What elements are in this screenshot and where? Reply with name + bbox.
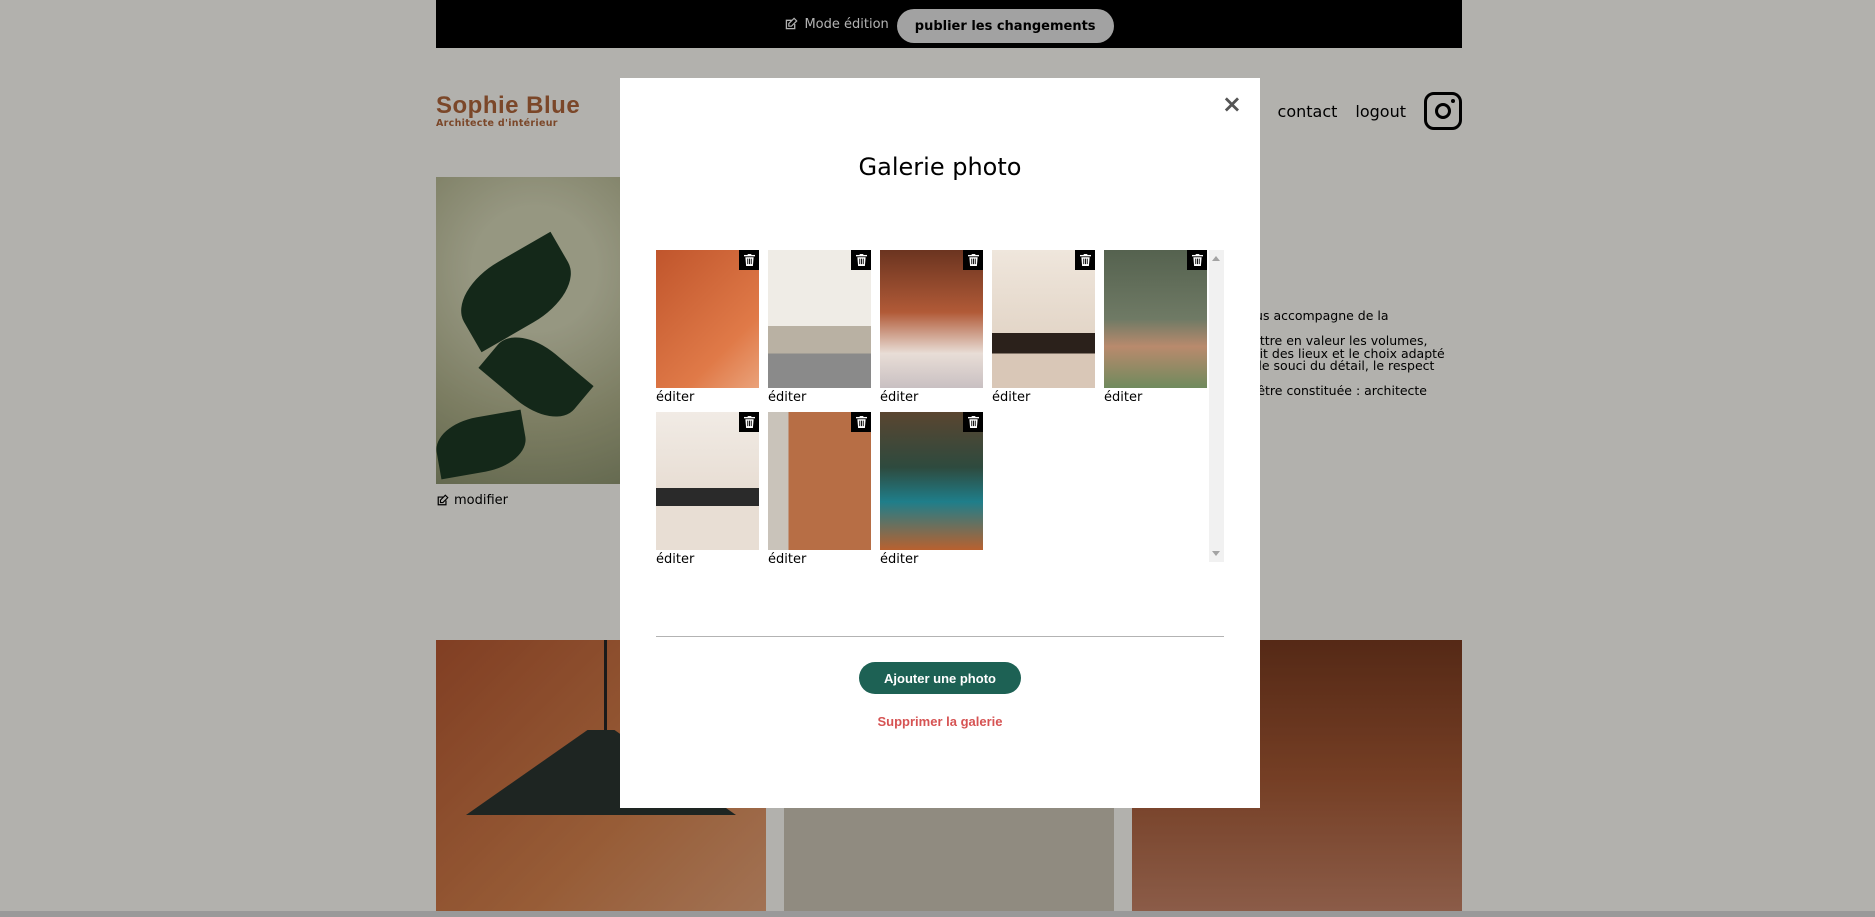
gallery-thumb: éditer (880, 250, 983, 412)
gallery-thumb: éditer (656, 250, 759, 412)
photo-lamp (656, 250, 759, 388)
edit-photo-link[interactable]: éditer (768, 552, 871, 567)
divider (656, 636, 1224, 637)
trash-icon[interactable] (963, 250, 983, 270)
trash-icon[interactable] (739, 412, 759, 432)
edit-photo-link[interactable]: éditer (1104, 390, 1207, 405)
gallery-modal: × Galerie photo éditer éditer éditer éditer… (620, 78, 1260, 808)
add-photo-button[interactable]: Ajouter une photo (859, 662, 1021, 694)
gallery-thumb: éditer (768, 250, 871, 412)
trash-icon[interactable] (739, 250, 759, 270)
gallery-thumb: éditer (880, 412, 983, 574)
delete-gallery-link[interactable]: Supprimer la galerie (620, 714, 1260, 729)
edit-photo-link[interactable]: éditer (656, 390, 759, 405)
photo-restaurant-greenhouse (880, 250, 983, 388)
photo-white-arch (656, 412, 759, 550)
modal-title: Galerie photo (858, 153, 1022, 181)
trash-icon[interactable] (851, 412, 871, 432)
edit-photo-link[interactable]: éditer (880, 552, 983, 567)
scroll-down-icon[interactable] (1212, 551, 1220, 556)
photo-grid: éditer éditer éditer éditer éditer éditer édit… (656, 250, 1224, 574)
photo-bar (880, 412, 983, 550)
photo-arches (992, 250, 1095, 388)
photo-grid-container[interactable]: éditer éditer éditer éditer éditer éditer édit… (656, 250, 1224, 567)
trash-icon[interactable] (1187, 250, 1207, 270)
photo-bedroom (768, 412, 871, 550)
gallery-thumb: éditer (1104, 250, 1207, 412)
gallery-thumb: éditer (768, 412, 871, 574)
close-icon[interactable]: × (1222, 92, 1242, 116)
trash-icon[interactable] (963, 412, 983, 432)
scrollbar[interactable] (1209, 250, 1224, 562)
photo-green-room (1104, 250, 1207, 388)
scroll-up-icon[interactable] (1212, 256, 1220, 261)
edit-photo-link[interactable]: éditer (768, 390, 871, 405)
edit-photo-link[interactable]: éditer (992, 390, 1095, 405)
trash-icon[interactable] (851, 250, 871, 270)
edit-photo-link[interactable]: éditer (880, 390, 983, 405)
trash-icon[interactable] (1075, 250, 1095, 270)
gallery-thumb: éditer (992, 250, 1095, 412)
edit-photo-link[interactable]: éditer (656, 552, 759, 567)
gallery-thumb: éditer (656, 412, 759, 574)
photo-living-room (768, 250, 871, 388)
